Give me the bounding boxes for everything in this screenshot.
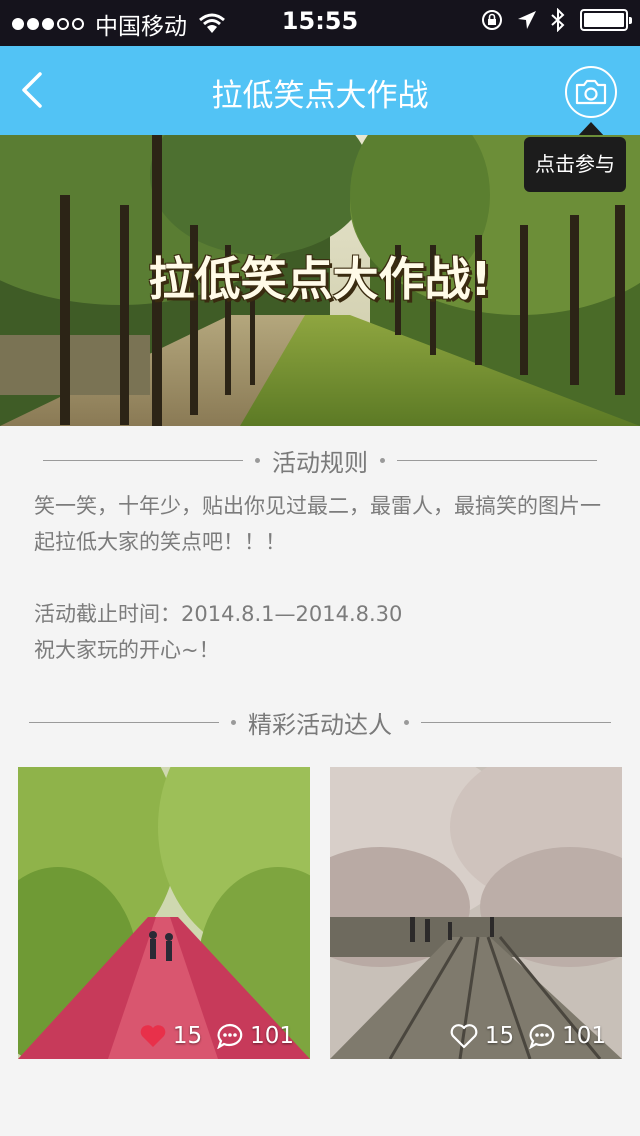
- rules-body: 笑一笑，十年少，贴出你见过最二，最雷人，最搞笑的图片一起拉低大家的笑点吧！！！ …: [34, 488, 614, 668]
- comment-count: 101: [562, 1023, 606, 1049]
- page-title: 拉低笑点大作战: [211, 78, 429, 114]
- post-photo: [330, 767, 622, 1059]
- location-arrow-icon: [518, 11, 536, 29]
- divider-line: [421, 721, 611, 723]
- divider-dot: [404, 719, 409, 725]
- rules-heading: 活动规则: [272, 448, 368, 477]
- divider-dot: [255, 457, 260, 463]
- bluetooth-icon: [551, 8, 565, 32]
- camera-button[interactable]: [565, 66, 617, 118]
- rules-section-header: 活动规则: [0, 440, 640, 480]
- post-stats: 15 101: [139, 1023, 294, 1049]
- comment-bubble-icon[interactable]: [216, 1023, 244, 1049]
- like-count: 15: [172, 1023, 203, 1049]
- rules-paragraph: 笑一笑，十年少，贴出你见过最二，最雷人，最搞笑的图片一起拉低大家的笑点吧！！！: [34, 494, 601, 554]
- status-icons: [468, 8, 632, 32]
- battery-icon: [580, 9, 632, 31]
- rules-deadline: 活动截止时间：2014.8.1—2014.8.30: [34, 602, 403, 626]
- divider-dot: [231, 719, 236, 725]
- participate-tooltip[interactable]: 点击参与: [524, 137, 626, 192]
- divider-line: [397, 459, 597, 461]
- like-count: 15: [484, 1023, 515, 1049]
- divider-line: [29, 721, 219, 723]
- comment-bubble-icon[interactable]: [528, 1023, 556, 1049]
- featured-heading: 精彩活动达人: [248, 710, 392, 739]
- battery-fill: [584, 13, 624, 27]
- nav-bar: 拉低笑点大作战: [0, 46, 640, 135]
- divider-line: [43, 459, 243, 461]
- rotation-lock-icon: [482, 10, 502, 30]
- featured-section-header: 精彩活动达人: [0, 702, 640, 742]
- featured-post-card[interactable]: 15 101: [18, 767, 310, 1059]
- rules-closing: 祝大家玩的开心~！: [34, 638, 220, 662]
- camera-icon: [575, 79, 607, 105]
- comment-count: 101: [250, 1023, 294, 1049]
- heart-outline-icon[interactable]: [449, 1023, 479, 1049]
- status-bar: 中国移动 15:55: [0, 0, 640, 46]
- post-stats: 15 101: [449, 1023, 606, 1049]
- post-photo: [18, 767, 310, 1059]
- divider-dot: [380, 457, 385, 463]
- heart-filled-icon[interactable]: [139, 1024, 167, 1048]
- featured-post-card[interactable]: 15 101: [330, 767, 622, 1059]
- banner-title: 拉低笑点大作战!: [148, 252, 492, 306]
